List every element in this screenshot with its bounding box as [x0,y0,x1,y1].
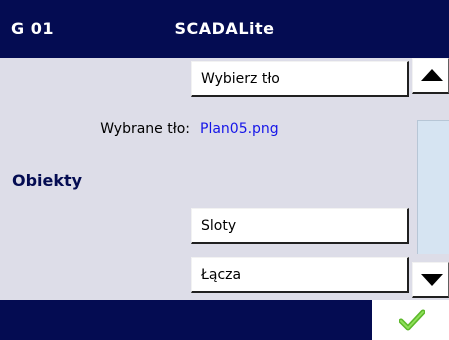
checkmark-icon [399,309,425,331]
app-title: SCADALite [174,19,275,38]
selected-background-label: Wybrane tło: [100,121,190,137]
links-button[interactable]: Łącza [191,257,409,293]
triangle-down-icon [421,274,443,286]
choose-background-button[interactable]: Wybierz tło [191,61,409,97]
confirm-button[interactable] [372,300,449,340]
scroll-track[interactable] [412,94,449,262]
triangle-up-icon [421,69,443,81]
vertical-scrollbar[interactable] [412,58,449,300]
content-area: Wybierz tło Wybrane tło: Plan05.png Obie… [0,58,412,300]
slots-button[interactable]: Sloty [191,208,409,244]
title-bar: G 01 SCADALite [0,0,449,58]
scroll-thumb[interactable] [417,120,449,254]
objects-section-title: Obiekty [12,171,83,190]
scroll-down-button[interactable] [412,262,449,298]
footer-bar [0,300,449,340]
selected-background-value: Plan05.png [200,121,279,137]
scroll-up-button[interactable] [412,58,449,94]
